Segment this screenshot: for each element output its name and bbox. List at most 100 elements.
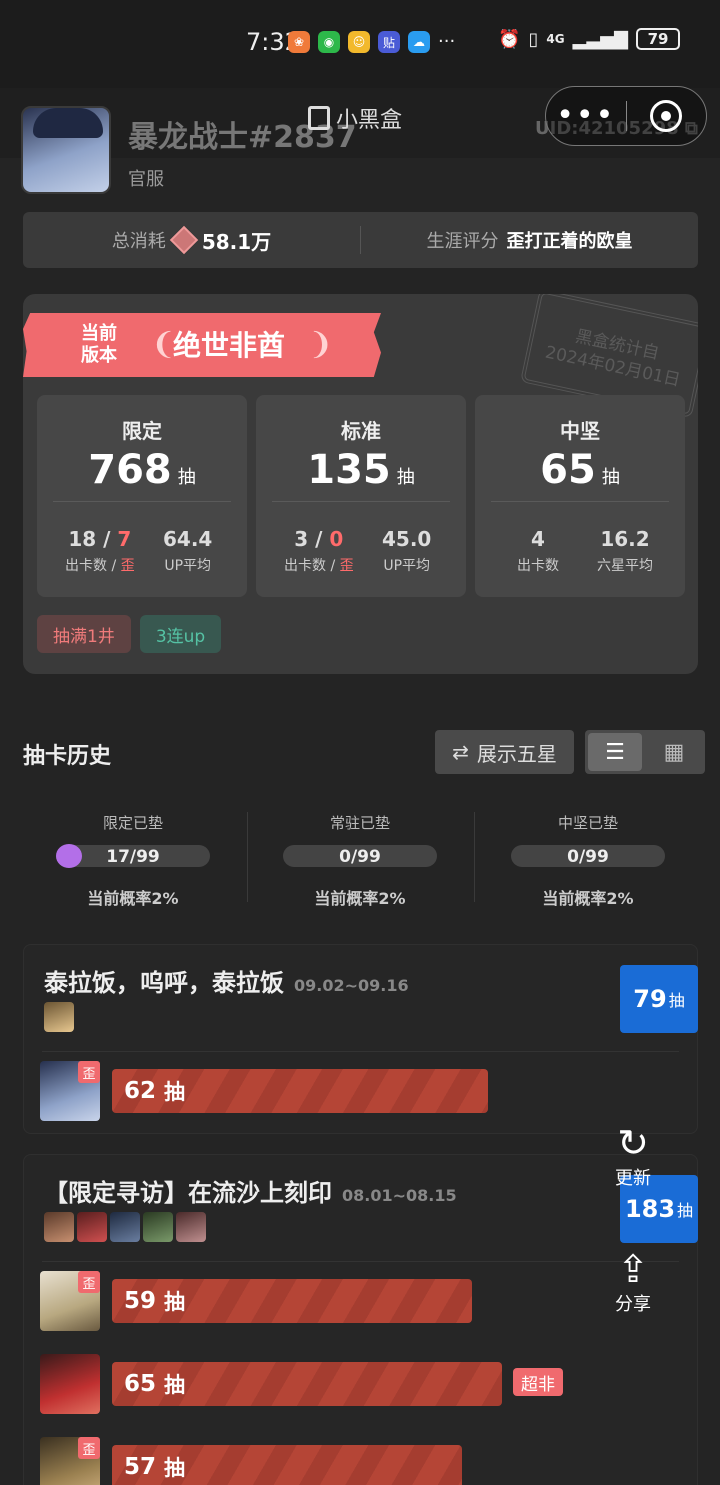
up-average-stat: 45.0 UP平均 — [382, 527, 431, 575]
user-avatar[interactable] — [21, 106, 111, 194]
vibrate-icon: ▯ — [528, 28, 539, 50]
pity-rate: 当前概率2% — [542, 889, 634, 908]
banner-card[interactable]: 【限定寻访】在流沙上刻印 08.01~08.15 183 抽 歪 59 抽 65 抽 超… — [23, 1154, 698, 1485]
banner-name: 泰拉饭，呜呼，泰拉饭 — [44, 969, 284, 997]
pull-count-value: 135 — [307, 447, 391, 493]
pull-count-bar: 62 抽 — [112, 1069, 488, 1113]
tag-full-pity: 抽满1井 — [37, 615, 131, 653]
total-cost: 总消耗 58.1万 — [23, 225, 360, 255]
cards-label: 出卡数 — [517, 558, 559, 574]
pity-value: 0/99 — [339, 847, 381, 867]
pity-label: 中坚已垫 — [557, 814, 618, 832]
ribbon-title: 绝世非酋 — [173, 329, 286, 362]
banner-total-badge: 79 抽 — [620, 965, 698, 1033]
up-average-value: 64.4 — [163, 527, 213, 551]
originium-icon — [169, 225, 198, 255]
tieba-icon: 贴 — [378, 31, 400, 53]
operator-avatar — [110, 1212, 140, 1242]
pull-count-unit: 抽 — [177, 467, 196, 488]
divider — [42, 1261, 679, 1262]
battery-icon: 79 — [636, 28, 680, 50]
pull-count: 57 — [124, 1454, 157, 1480]
status-bar: 7:32 ❀ ◉ ☺ 贴 ☁ ··· ⏰ ▯ 4G ▂▃▅▇ 79 — [0, 0, 720, 88]
view-mode-switch: ☰ ▦ — [585, 730, 705, 774]
pity-progress-bar: 17/99 — [56, 844, 210, 868]
cards-stat: 3 / 0 出卡数 / 歪 — [284, 527, 354, 575]
pool-pull-count: 768 抽 — [37, 447, 247, 493]
stamp-text: 黑盒统计自 2024年02月01日 — [543, 326, 683, 391]
operator-avatar — [176, 1212, 206, 1242]
pool-pull-count: 65 抽 — [475, 447, 685, 493]
show-five-star-button[interactable]: ⇄ 展示五星 — [435, 730, 574, 774]
pull-count: 65 — [124, 1371, 157, 1397]
operator-avatar — [143, 1212, 173, 1242]
cards-value: 3 / — [294, 527, 330, 551]
laurel-right-icon: ❩ — [308, 327, 334, 362]
more-menu-icon[interactable]: ••• — [546, 101, 626, 131]
tag-triple-up: 3连up — [139, 615, 222, 653]
brand-name: 小黑盒 — [336, 108, 403, 133]
status-indicators: ⏰ ▯ 4G ▂▃▅▇ 79 — [498, 28, 680, 50]
six-star-average-stat: 16.2 六星平均 — [597, 527, 653, 575]
cards-stat: 18 / 7 出卡数 / 歪 — [65, 527, 135, 575]
pull-count-bar: 57 抽 — [112, 1445, 462, 1485]
server-label: 官服 — [128, 169, 164, 190]
version-ribbon: 当前 版本 ❨ 绝世非酋 ❩ — [23, 313, 381, 377]
pull-row: 65 抽 超非 — [40, 1354, 600, 1414]
refresh-button[interactable]: ↻ 更新 — [598, 1122, 668, 1190]
divider — [42, 1051, 679, 1052]
pool-pull-count: 135 抽 — [256, 447, 466, 493]
up-average-label: UP平均 — [164, 558, 212, 574]
pity-rate: 当前概率2% — [87, 889, 179, 908]
list-view-icon[interactable]: ☰ — [588, 733, 642, 771]
refresh-icon: ↻ — [617, 1121, 649, 1165]
pity-kernel: 中坚已垫 0/99 当前概率2% — [474, 812, 702, 909]
banner-name: 【限定寻访】在流沙上刻印 — [44, 1179, 332, 1207]
pity-label: 限定已垫 — [102, 814, 163, 832]
badge-count: 79 — [633, 985, 667, 1013]
ribbon-label: 当前 版本 — [81, 323, 117, 366]
pull-count-bar: 65 抽 — [112, 1362, 502, 1406]
banner-card[interactable]: 泰拉饭，呜呼，泰拉饭 09.02~09.16 79 抽 歪 62 抽 — [23, 944, 698, 1134]
badge-count: 183 — [624, 1195, 676, 1223]
pity-progress-bar: 0/99 — [283, 845, 437, 867]
signal-icon: ▂▃▅▇ — [572, 28, 628, 50]
pool-title: 标准 — [341, 419, 381, 443]
total-cost-label: 总消耗 — [111, 231, 166, 252]
cards-stat: 4 出卡数 — [517, 527, 559, 575]
weather-icon: ☁ — [408, 31, 430, 53]
off-banner-value: 7 — [117, 527, 132, 551]
cards-value: 4 — [531, 527, 545, 551]
more-notifications-icon: ··· — [438, 31, 456, 52]
grid-view-icon[interactable]: ▦ — [645, 730, 703, 774]
six-star-average-value: 16.2 — [600, 527, 650, 551]
pity-progress-bar: 0/99 — [511, 845, 665, 867]
share-label: 分享 — [615, 1294, 651, 1315]
xiaoheihe-logo-icon — [308, 106, 330, 130]
pull-row: 歪 57 抽 — [40, 1437, 500, 1485]
pity-limited: 限定已垫 17/99 当前概率2% — [19, 812, 247, 909]
divider — [272, 501, 450, 502]
career-score: 生涯评分 歪打正着的欧皇 — [361, 227, 698, 253]
career-score-label: 生涯评分 — [426, 231, 499, 252]
share-button[interactable]: ⇪ 分享 — [598, 1248, 668, 1316]
pull-unit: 抽 — [164, 1080, 186, 1104]
share-icon: ⇪ — [617, 1247, 649, 1291]
pity-standard: 常驻已垫 0/99 当前概率2% — [246, 812, 474, 909]
off-banner-label: 歪 — [339, 558, 354, 574]
wechat-icon: ◉ — [318, 31, 340, 53]
total-cost-value: 58.1万 — [201, 229, 272, 254]
pull-count-unit: 抽 — [396, 467, 415, 488]
pool-title: 限定 — [122, 419, 162, 443]
career-score-value: 歪打正着的欧皇 — [506, 231, 633, 252]
pity-value: 0/99 — [567, 847, 609, 867]
pull-unit: 抽 — [164, 1456, 186, 1480]
close-miniprogram-button[interactable] — [627, 100, 707, 132]
app-notification-icon: ☺ — [348, 31, 370, 53]
pool-stats: 限定 768 抽 18 / 7 出卡数 / 歪 64.4 UP平均 标准 135 抽… — [37, 395, 685, 597]
pull-count: 62 — [124, 1078, 157, 1104]
notification-icons: ❀ ◉ ☺ 贴 ☁ ··· — [288, 31, 455, 53]
target-icon — [650, 100, 683, 132]
achievement-tags: 抽满1井 3连up — [37, 615, 222, 653]
off-banner-tag: 歪 — [78, 1437, 100, 1459]
